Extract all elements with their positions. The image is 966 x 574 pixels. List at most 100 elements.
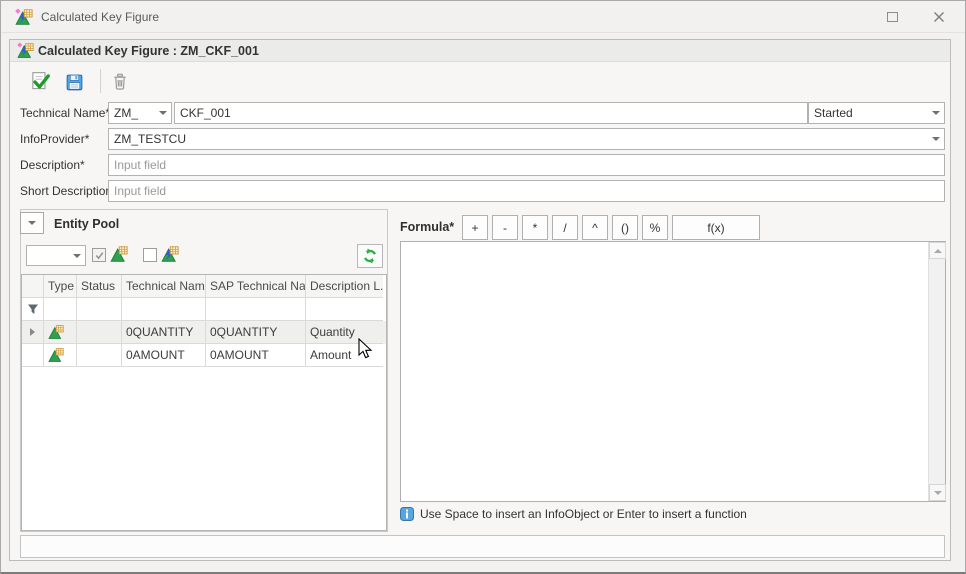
infoprovider-value: ZM_TESTCU [114, 132, 186, 146]
technical-name-prefix-value: ZM_ [114, 106, 138, 120]
row-indicator-icon [30, 328, 35, 336]
status-cell [77, 321, 122, 344]
operator-percent-button[interactable]: % [642, 215, 668, 240]
chevron-down-icon [932, 111, 940, 115]
dialog-header: Calculated Key Figure : ZM_CKF_001 [10, 40, 950, 62]
close-button[interactable] [922, 7, 956, 27]
delete-button[interactable] [107, 69, 133, 95]
status-value: Started [814, 106, 853, 120]
calculated-key-figure-icon [161, 245, 179, 266]
close-icon [933, 11, 945, 23]
chevron-down-icon [932, 137, 940, 141]
table-header-row: Type Status Technical Name SAP Technical… [22, 275, 386, 298]
entity-pool-collapse-button[interactable] [20, 212, 44, 234]
dialog-window: Calculated Key Figure [0, 0, 966, 574]
column-header-type[interactable]: Type [44, 275, 77, 298]
technical-name-input[interactable] [174, 102, 808, 124]
info-icon [400, 507, 414, 521]
function-button[interactable]: f(x) [672, 215, 760, 240]
sap-technical-name-cell: 0AMOUNT [206, 344, 306, 367]
formula-hint-text: Use Space to insert an InfoObject or Ent… [420, 507, 747, 521]
technical-name-label: Technical Name* [20, 102, 110, 124]
calculated-key-figure-icon [17, 42, 34, 62]
check-icon [94, 250, 105, 261]
chevron-down-icon [159, 111, 167, 115]
calculated-key-figure-icon [15, 8, 33, 29]
column-header-sap-technical-name[interactable]: SAP Technical Na... [206, 275, 306, 298]
row-selector-cell [22, 321, 44, 344]
filter-cell[interactable] [206, 298, 306, 321]
key-figure-icon [48, 324, 64, 340]
refresh-button[interactable] [357, 244, 383, 268]
chevron-down-icon [28, 221, 36, 225]
filter-cell[interactable] [306, 298, 383, 321]
description-cell: Quantity [306, 321, 383, 344]
trash-icon [110, 72, 130, 92]
description-input[interactable] [108, 154, 945, 176]
formula-hint: Use Space to insert an InfoObject or Ent… [400, 507, 747, 521]
column-header-status[interactable]: Status [77, 275, 122, 298]
entity-filter-select[interactable] [26, 245, 86, 266]
table-row[interactable]: 0QUANTITY 0QUANTITY Quantity [22, 321, 386, 344]
maximize-button[interactable] [875, 7, 909, 27]
table-filter-row [22, 298, 386, 321]
operator-multiply-button[interactable]: * [522, 215, 548, 240]
scroll-up-icon [934, 249, 942, 253]
technical-name-cell: 0QUANTITY [122, 321, 206, 344]
refresh-icon [362, 248, 378, 264]
validate-button[interactable] [27, 69, 53, 95]
calculated-key-figure-filter-checkbox[interactable] [143, 248, 157, 262]
filter-icon [27, 303, 39, 315]
entity-pool-table: Type Status Technical Name SAP Technical… [21, 274, 387, 531]
sap-technical-name-cell: 0QUANTITY [206, 321, 306, 344]
operator-parentheses-button[interactable]: () [612, 215, 638, 240]
type-cell [44, 321, 77, 344]
operator-minus-button[interactable]: - [492, 215, 518, 240]
type-cell [44, 344, 77, 367]
infoprovider-select[interactable]: ZM_TESTCU [108, 128, 945, 150]
description-cell: Amount [306, 344, 383, 367]
infoprovider-label: InfoProvider* [20, 128, 89, 150]
scroll-down-button[interactable] [929, 484, 946, 501]
table-row[interactable]: 0AMOUNT 0AMOUNT Amount [22, 344, 386, 367]
save-button[interactable] [61, 69, 87, 95]
description-label: Description* [20, 154, 85, 176]
title-bar: Calculated Key Figure [1, 1, 965, 33]
toolbar-separator [100, 69, 101, 93]
operator-plus-button[interactable]: + [462, 215, 488, 240]
status-select[interactable]: Started [808, 102, 945, 124]
operator-divide-button[interactable]: / [552, 215, 578, 240]
window-title: Calculated Key Figure [41, 10, 159, 24]
filter-cell[interactable] [77, 298, 122, 321]
column-header-selector [22, 275, 44, 298]
dialog-title: Calculated Key Figure : ZM_CKF_001 [38, 44, 259, 58]
technical-name-cell: 0AMOUNT [122, 344, 206, 367]
key-figure-filter-checkbox[interactable] [92, 248, 106, 262]
status-bar [20, 535, 945, 558]
dialog-body: Calculated Key Figure : ZM_CKF_001 [9, 39, 951, 561]
formula-label: Formula* [400, 220, 454, 234]
key-figure-icon [110, 245, 128, 266]
formula-input[interactable] [401, 242, 928, 501]
filter-cell[interactable] [122, 298, 206, 321]
status-cell [77, 344, 122, 367]
scroll-down-icon [934, 491, 942, 495]
filter-cell[interactable] [44, 298, 77, 321]
entity-pool-title: Entity Pool [54, 217, 119, 231]
short-description-label: Short Description [20, 180, 112, 202]
technical-name-prefix-select[interactable]: ZM_ [108, 102, 172, 124]
toolbar [10, 62, 950, 100]
formula-editor-container [400, 241, 946, 502]
filter-cell[interactable] [22, 298, 44, 321]
scroll-up-button[interactable] [929, 242, 946, 259]
formula-scrollbar[interactable] [928, 242, 945, 501]
validate-icon [29, 71, 51, 93]
column-header-description[interactable]: Description L... [306, 275, 383, 298]
column-header-technical-name[interactable]: Technical Name [122, 275, 206, 298]
status-bar-text [21, 539, 33, 547]
short-description-input[interactable] [108, 180, 945, 202]
maximize-icon [887, 12, 898, 22]
operator-power-button[interactable]: ^ [582, 215, 608, 240]
save-icon [64, 72, 85, 93]
row-selector-cell [22, 344, 44, 367]
